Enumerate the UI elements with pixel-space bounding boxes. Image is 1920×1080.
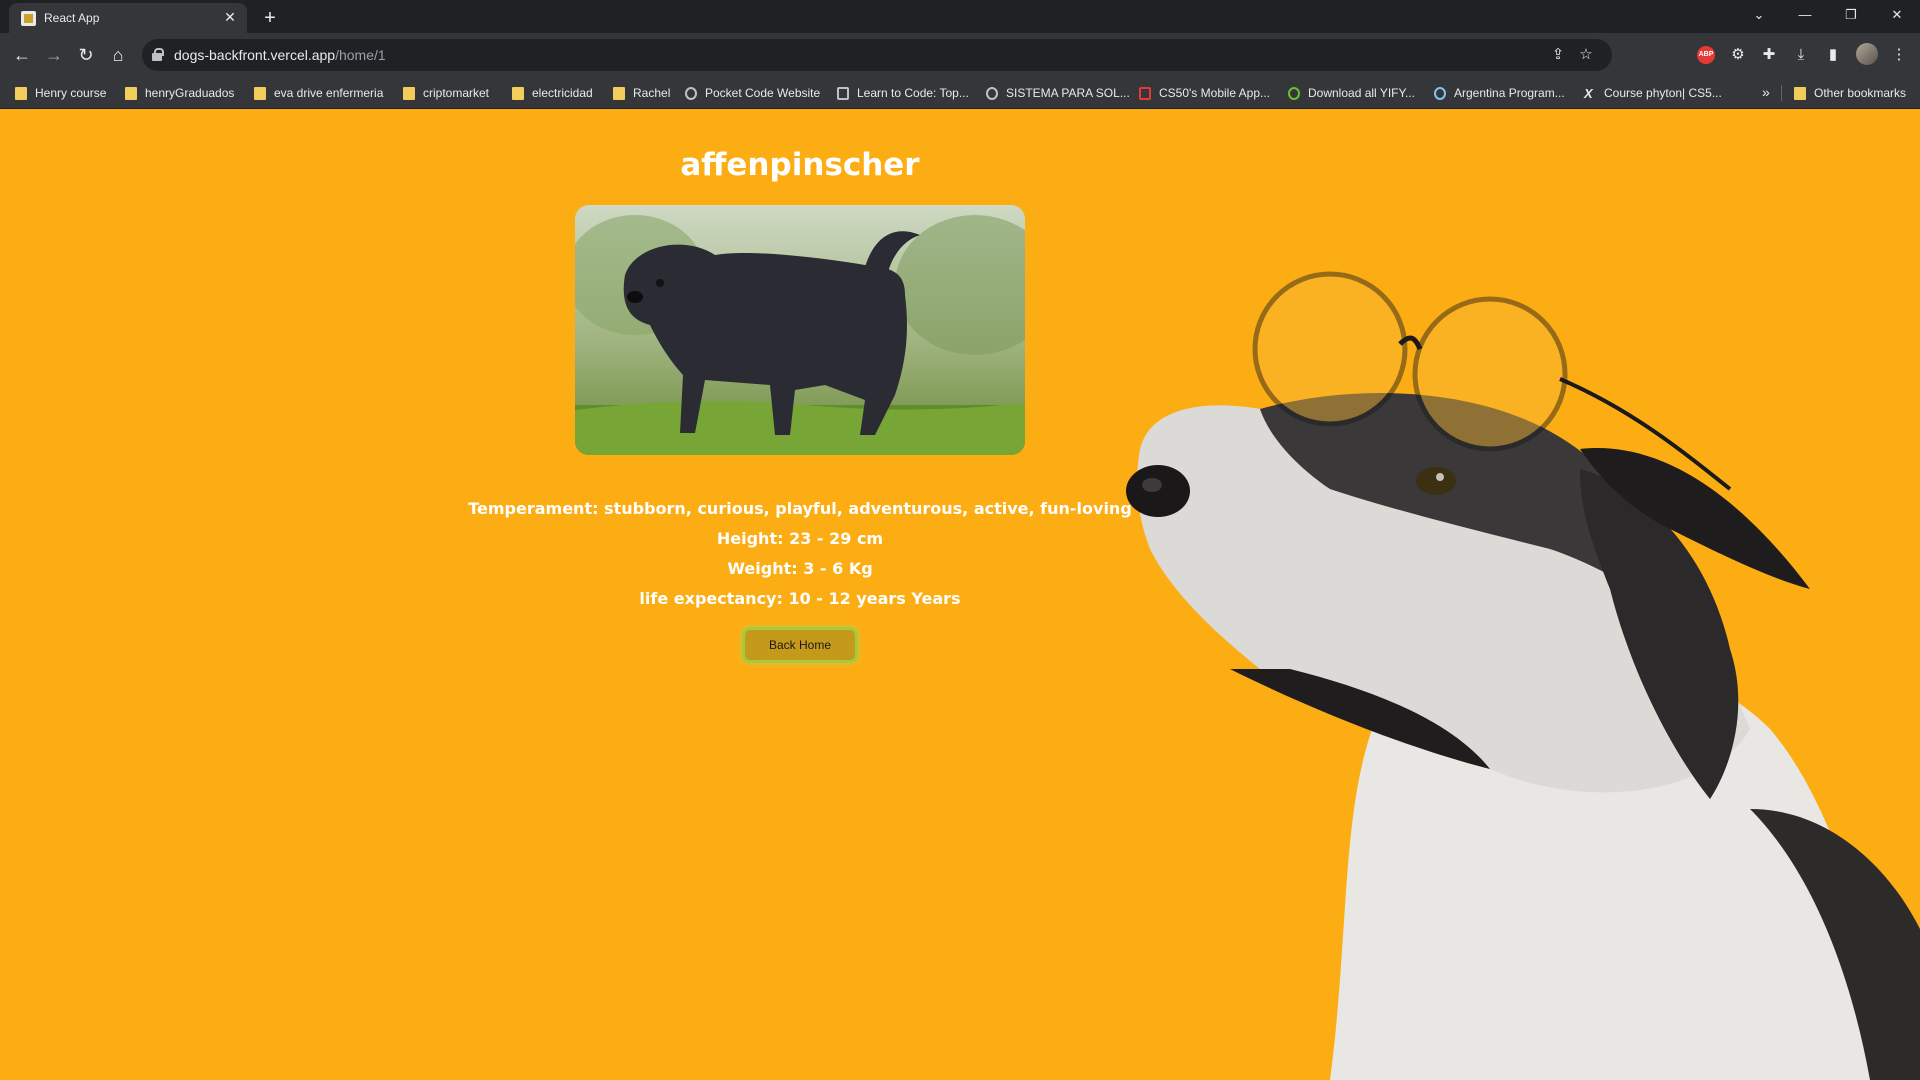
bookmark-label: electricidad <box>532 86 593 100</box>
bookmark-other-bookmarks[interactable]: Other bookmarks <box>1794 85 1906 101</box>
tab-search-icon[interactable]: ⌄ <box>1736 0 1782 30</box>
adblock-extension-icon[interactable]: ABP <box>1697 46 1715 64</box>
browser-toolbar: ← → ↻ ⌂ dogs-backfront.vercel.app/home/1… <box>0 33 1920 77</box>
height-text: Height: 23 - 29 cm <box>716 529 884 548</box>
bookmark-label: Learn to Code: Top... <box>857 86 969 100</box>
bookmark-label: Rachel <box>633 86 671 100</box>
bookmarks-divider <box>1781 85 1782 101</box>
folder-icon <box>512 86 524 100</box>
url-path: /home/1 <box>335 47 386 63</box>
bookmark-label: SISTEMA PARA SOL... <box>1006 86 1130 100</box>
tab-title: React App <box>44 11 100 25</box>
page-viewport: affenpinscher Temperament: stubborn, cur… <box>0 109 1920 1080</box>
bookmark-cs50-mobile[interactable]: CS50's Mobile App... <box>1139 85 1270 101</box>
bookmark-pocket-code[interactable]: Pocket Code Website <box>685 85 820 101</box>
breed-name-heading: affenpinscher <box>680 147 920 183</box>
bookmark-henry-graduados[interactable]: henryGraduados <box>125 85 234 101</box>
back-arrow-icon[interactable]: ← <box>8 42 36 68</box>
folder-icon <box>613 86 625 100</box>
breed-photo <box>575 205 1025 455</box>
life-expectancy-text: life expectancy: 10 - 12 years Years <box>639 589 961 608</box>
menu-kebab-icon[interactable]: ⋮ <box>1888 44 1910 66</box>
bookmark-electricidad[interactable]: electricidad <box>512 85 593 101</box>
dog-with-glasses-illustration <box>1126 271 1920 1080</box>
bookmark-rachel[interactable]: Rachel <box>613 85 670 101</box>
yify-icon <box>1288 86 1300 100</box>
breed-detail-card: affenpinscher Temperament: stubborn, cur… <box>400 109 1200 769</box>
x-icon: X <box>1584 85 1593 101</box>
bookmark-star-icon[interactable]: ☆ <box>1576 45 1596 65</box>
home-icon[interactable]: ⌂ <box>104 42 132 68</box>
bookmark-course-phyton[interactable]: X Course phyton| CS5... <box>1584 85 1722 101</box>
react-favicon-icon <box>21 11 36 26</box>
argentina-program-icon <box>1434 86 1446 100</box>
url-text: dogs-backfront.vercel.app/home/1 <box>174 47 386 63</box>
bookmark-label: criptomarket <box>423 86 490 100</box>
restore-button[interactable]: ❐ <box>1828 0 1874 30</box>
download-icon[interactable]: ⤓ <box>1790 44 1812 66</box>
temperament-text: Temperament: stubborn, curious, playful,… <box>468 499 1132 518</box>
learn-to-code-icon <box>837 86 849 100</box>
minimize-button[interactable]: — <box>1782 0 1828 30</box>
bookmark-henry-course[interactable]: Henry course <box>15 85 106 101</box>
more-bookmarks-chevron-icon[interactable]: » <box>1762 84 1770 100</box>
forward-arrow-icon[interactable]: → <box>40 42 68 68</box>
lock-icon[interactable] <box>152 48 164 61</box>
bookmark-label: CS50's Mobile App... <box>1159 86 1271 100</box>
gear-extension-icon[interactable]: ⚙ <box>1727 44 1749 66</box>
profile-avatar[interactable] <box>1856 43 1878 65</box>
bookmark-learn-to-code[interactable]: Learn to Code: Top... <box>837 85 969 101</box>
address-bar[interactable]: dogs-backfront.vercel.app/home/1 ⇪ ☆ <box>142 39 1612 71</box>
back-home-button[interactable]: Back Home <box>742 627 858 663</box>
bookmark-label: Henry course <box>35 86 107 100</box>
close-window-button[interactable]: ✕ <box>1874 0 1920 30</box>
share-icon[interactable]: ⇪ <box>1548 45 1568 65</box>
weight-text: Weight: 3 - 6 Kg <box>727 559 873 578</box>
browser-title-bar: React App ✕ + ⌄ — ❐ ✕ <box>0 0 1920 33</box>
bookmark-label: Pocket Code Website <box>705 86 821 100</box>
folder-icon <box>254 86 266 100</box>
folder-icon <box>125 86 137 100</box>
bookmarks-bar: Henry course henryGraduados eva drive en… <box>0 77 1920 109</box>
tab-close-icon[interactable]: ✕ <box>221 8 239 26</box>
folder-icon <box>15 86 27 100</box>
bookmark-label: eva drive enfermeria <box>274 86 384 100</box>
bookmark-yify[interactable]: Download all YIFY... <box>1288 85 1415 101</box>
bookmark-criptomarket[interactable]: criptomarket <box>403 85 489 101</box>
bookmark-label: Argentina Program... <box>1454 86 1565 100</box>
new-tab-button[interactable]: + <box>257 5 283 31</box>
folder-icon <box>1794 86 1806 100</box>
pocket-code-icon <box>685 86 697 100</box>
bookmark-argentina-program[interactable]: Argentina Program... <box>1434 85 1565 101</box>
bookmark-label: Other bookmarks <box>1814 86 1907 100</box>
bookmark-label: Download all YIFY... <box>1308 86 1415 100</box>
bookmark-label: Course phyton| CS5... <box>1604 86 1722 100</box>
folder-icon <box>403 86 415 100</box>
bookmark-sistema[interactable]: SISTEMA PARA SOL... <box>986 85 1130 101</box>
globe-icon <box>986 86 998 100</box>
extensions-puzzle-icon[interactable]: ✚ <box>1758 44 1780 66</box>
harvard-icon <box>1139 86 1151 100</box>
side-panel-icon[interactable]: ▮ <box>1822 44 1844 66</box>
browser-tab[interactable]: React App ✕ <box>9 3 247 33</box>
url-host: dogs-backfront.vercel.app <box>174 47 336 63</box>
reload-icon[interactable]: ↻ <box>72 42 100 68</box>
bookmark-eva-drive[interactable]: eva drive enfermeria <box>254 85 383 101</box>
bookmark-label: henryGraduados <box>145 86 235 100</box>
